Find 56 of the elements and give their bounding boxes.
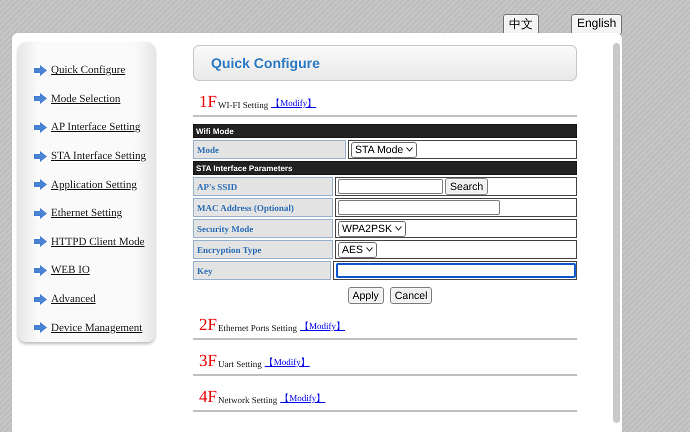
sidebar-link[interactable]: Mode Selection — [51, 92, 120, 105]
field-label: MAC Address (Optional) — [193, 198, 333, 217]
select-dropdown[interactable]: STA Mode — [351, 142, 418, 158]
section-title: Uart Setting — [218, 359, 262, 369]
section-number: 3F — [199, 352, 217, 369]
field-label: Encryption Type — [193, 240, 333, 259]
caret-icon — [406, 147, 414, 152]
caret-icon — [366, 247, 374, 252]
sidebar-link[interactable]: Device Management — [51, 322, 142, 334]
modify-link[interactable]: 【Modify】 — [300, 320, 345, 333]
sidebar-link[interactable]: Quick Configure — [51, 64, 126, 76]
arrow-icon — [34, 93, 47, 104]
field-label: Security Mode — [193, 219, 333, 238]
caret-icon — [395, 226, 402, 231]
arrow-icon — [34, 208, 47, 219]
arrow-icon — [34, 150, 47, 162]
field-label: Mode — [193, 140, 346, 159]
form-button[interactable]: Apply — [348, 287, 384, 304]
sidebar-link[interactable]: HTTPD Client Mode — [51, 236, 144, 248]
arrow-icon — [34, 122, 47, 133]
sidebar-link[interactable]: Advanced — [51, 293, 96, 306]
table-group-header: Wifi Mode — [193, 124, 577, 138]
input-field[interactable] — [338, 179, 443, 194]
search-button[interactable]: Search — [445, 178, 488, 195]
input-field[interactable] — [338, 200, 500, 215]
sidebar-link[interactable]: Application Setting — [51, 178, 137, 191]
section-number: 4F — [199, 388, 217, 405]
modify-link[interactable]: 【Modify】 — [280, 392, 326, 405]
section-number: 1F — [199, 93, 217, 110]
table-group-header: STA Interface Parameters — [193, 161, 577, 175]
arrow-icon — [34, 322, 47, 334]
sidebar-link[interactable]: WEB IO — [51, 264, 90, 276]
form-button[interactable]: Cancel — [390, 287, 432, 304]
modify-link[interactable]: 【Modify】 — [264, 356, 310, 369]
section-number: 2F — [199, 316, 217, 333]
page-title: Quick Configure — [211, 55, 320, 71]
input-field[interactable] — [336, 263, 576, 278]
language-button[interactable]: 中文 — [503, 14, 539, 35]
modify-link[interactable]: 【Modify】 — [271, 97, 316, 110]
sidebar-link[interactable]: Ethernet Setting — [51, 207, 122, 220]
section-title: Network Setting — [218, 395, 278, 405]
arrow-icon — [34, 64, 47, 76]
sidebar-link[interactable]: AP Interface Setting — [51, 121, 140, 134]
arrow-icon — [34, 179, 47, 190]
language-button[interactable]: English — [571, 14, 622, 35]
section-title: WI-FI Setting — [218, 100, 268, 110]
arrow-icon — [34, 294, 47, 305]
field-label: Key — [193, 261, 331, 280]
select-dropdown[interactable]: WPA2PSK — [338, 220, 406, 236]
field-label: AP's SSID — [193, 177, 333, 196]
scrollbar[interactable] — [613, 43, 620, 423]
arrow-icon — [34, 236, 47, 248]
select-dropdown[interactable]: AES — [338, 242, 378, 258]
sidebar-link[interactable]: STA Interface Setting — [51, 150, 146, 162]
section-title: Ethernet Ports Setting — [218, 323, 297, 333]
arrow-icon — [34, 264, 47, 276]
